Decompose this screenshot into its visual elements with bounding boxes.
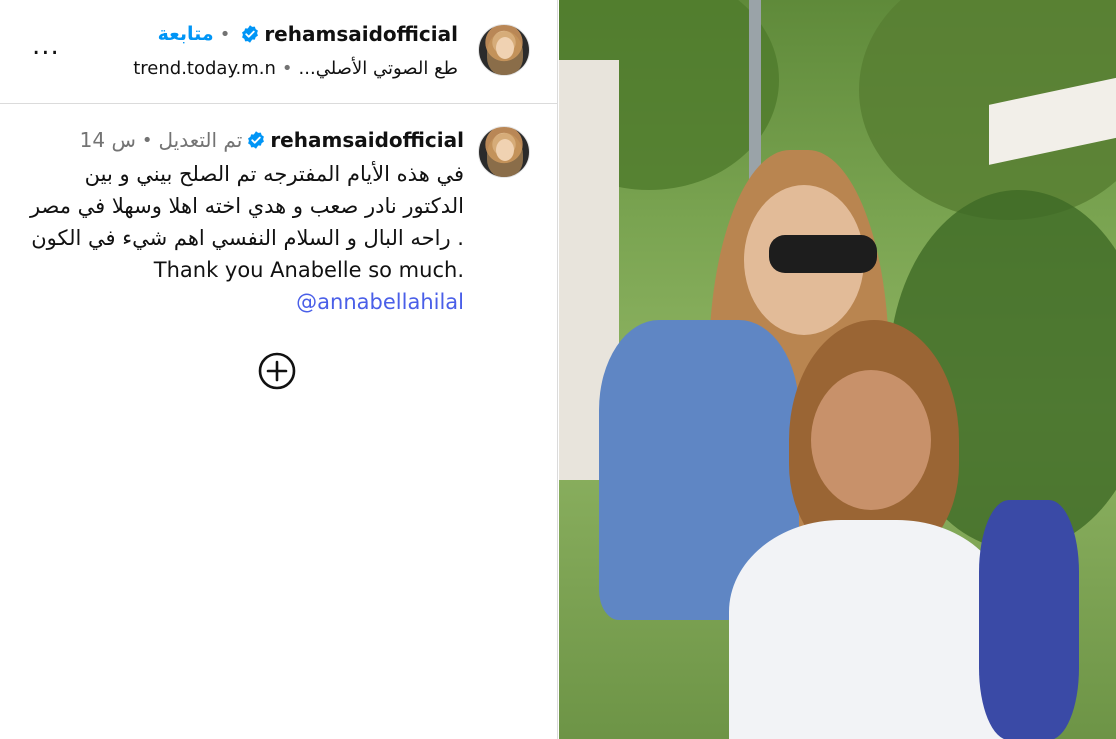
post-caption: في هذه الأيام المفترجه تم الصلح بيني و ب… [24, 158, 464, 318]
caption-avatar[interactable] [478, 126, 530, 178]
caption-block: 14 س • تم التعديل rehamsaidofficial في ه… [0, 118, 558, 318]
edited-label: تم التعديل [158, 128, 243, 152]
original-audio-link[interactable]: ...طع الصوتي الأصلي [299, 58, 458, 79]
audio-row: trend.today.m.n • ...طع الصوتي الأصلي [133, 58, 458, 79]
caption-separator: • [141, 129, 153, 151]
post-time: 14 س [79, 128, 136, 152]
verified-badge-icon [242, 25, 259, 43]
post-header: ... متابعة • rehamsaidofficial trend.tod… [0, 0, 558, 104]
mention-link[interactable]: @annabellahilal [296, 290, 464, 314]
audio-source[interactable]: trend.today.m.n [133, 58, 276, 79]
more-options-icon[interactable]: ... [32, 33, 62, 62]
header-separator: • [219, 23, 231, 45]
header-title-row: متابعة • rehamsaidofficial [158, 22, 458, 46]
follow-button[interactable]: متابعة [158, 23, 214, 45]
post-sidebar: ... متابعة • rehamsaidofficial trend.tod… [0, 0, 558, 739]
post-image [559, 0, 1116, 739]
verified-badge-icon [248, 131, 265, 149]
caption-text: في هذه الأيام المفترجه تم الصلح بيني و ب… [29, 162, 464, 282]
caption-username[interactable]: rehamsaidofficial [270, 128, 464, 152]
avatar[interactable] [478, 24, 530, 76]
caption-meta-row: 14 س • تم التعديل rehamsaidofficial [80, 128, 464, 152]
audio-separator: • [281, 58, 293, 79]
header-username[interactable]: rehamsaidofficial [264, 22, 458, 46]
add-circle-icon[interactable] [258, 352, 296, 390]
